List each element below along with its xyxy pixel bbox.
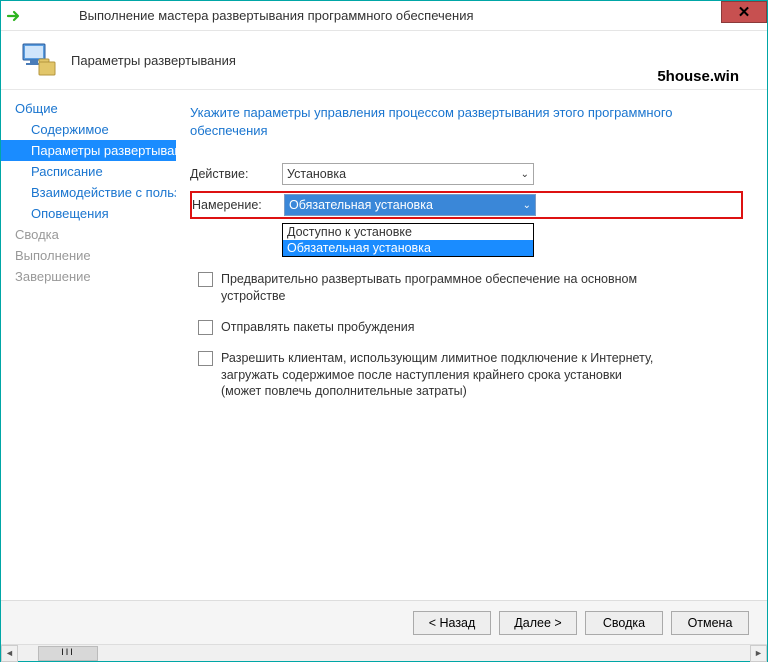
check-metered-label: Разрешить клиентам, использующим лимитно… <box>221 350 661 401</box>
dropdown-option-required[interactable]: Обязательная установка <box>283 240 533 256</box>
main-panel: Укажите параметры управления процессом р… <box>176 90 767 600</box>
check-predeploy-label: Предварительно развертывать программное … <box>221 271 661 305</box>
sidebar-item-content[interactable]: Содержимое <box>1 119 176 140</box>
wizard-window: Выполнение мастера развертывания програм… <box>0 0 768 662</box>
check-wakeup-label: Отправлять пакеты пробуждения <box>221 319 415 336</box>
sidebar-item-schedule[interactable]: Расписание <box>1 161 176 182</box>
forward-arrow-icon <box>3 5 25 27</box>
window-title: Выполнение мастера развертывания програм… <box>29 8 721 23</box>
chevron-down-icon: ⌄ <box>521 169 529 180</box>
close-icon: ✕ <box>738 3 751 21</box>
cancel-button[interactable]: Отмена <box>671 611 749 635</box>
back-button[interactable]: < Назад <box>413 611 491 635</box>
titlebar: Выполнение мастера развертывания програм… <box>1 1 767 31</box>
sidebar-item-alerts[interactable]: Оповещения <box>1 203 176 224</box>
deployment-icon <box>19 40 59 80</box>
select-action-value: Установка <box>287 167 346 181</box>
row-action: Действие: Установка ⌄ <box>190 161 743 187</box>
scroll-left-icon[interactable]: ◄ <box>1 645 18 662</box>
body: Общие Содержимое Параметры развертывания… <box>1 89 767 600</box>
check-wakeup[interactable]: Отправлять пакеты пробуждения <box>198 319 743 336</box>
check-metered[interactable]: Разрешить клиентам, использующим лимитно… <box>198 350 743 401</box>
close-button[interactable]: ✕ <box>721 1 767 23</box>
select-action[interactable]: Установка ⌄ <box>282 163 534 185</box>
dropdown-intent-list: Доступно к установке Обязательная устано… <box>282 223 534 257</box>
sidebar-item-progress: Выполнение <box>1 245 176 266</box>
dropdown-option-available[interactable]: Доступно к установке <box>283 224 533 240</box>
horizontal-scrollbar[interactable]: ◄ III ► <box>1 644 767 661</box>
summary-button[interactable]: Сводка <box>585 611 663 635</box>
sidebar-item-deploy-params[interactable]: Параметры развертывания <box>1 140 176 161</box>
sidebar-item-general[interactable]: Общие <box>1 98 176 119</box>
sidebar-item-completion: Завершение <box>1 266 176 287</box>
header: Параметры развертывания 5house.win <box>1 31 767 89</box>
chevron-down-icon: ⌄ <box>523 200 531 211</box>
scrollbar-thumb[interactable]: III <box>38 646 98 661</box>
label-action: Действие: <box>190 167 282 181</box>
watermark: 5house.win <box>657 68 739 85</box>
header-subtitle: Параметры развертывания <box>71 53 236 68</box>
select-intent[interactable]: Обязательная установка ⌄ <box>284 194 536 216</box>
label-intent: Намерение: <box>192 198 284 212</box>
instruction-text: Укажите параметры управления процессом р… <box>190 104 743 139</box>
select-intent-value: Обязательная установка <box>289 198 433 212</box>
checkbox-icon[interactable] <box>198 272 213 287</box>
sidebar: Общие Содержимое Параметры развертывания… <box>1 90 176 600</box>
footer: < Назад Далее > Сводка Отмена <box>1 600 767 644</box>
sidebar-item-user-experience[interactable]: Взаимодействие с пользователем <box>1 182 176 203</box>
scroll-right-icon[interactable]: ► <box>750 645 767 662</box>
sidebar-item-summary: Сводка <box>1 224 176 245</box>
checkbox-icon[interactable] <box>198 351 213 366</box>
next-button[interactable]: Далее > <box>499 611 577 635</box>
row-intent: Намерение: Обязательная установка ⌄ <box>190 191 743 219</box>
checkbox-icon[interactable] <box>198 320 213 335</box>
check-predeploy[interactable]: Предварительно развертывать программное … <box>198 271 743 305</box>
